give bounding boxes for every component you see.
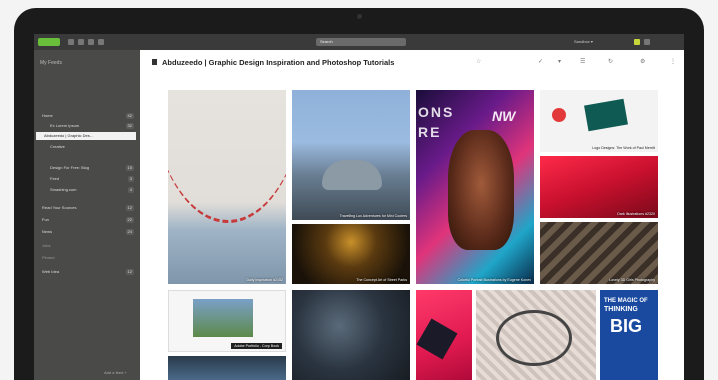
search-input[interactable]: Search: [316, 38, 406, 46]
article-tile[interactable]: THE MAGIC OF THINKING BIG: [600, 290, 658, 380]
sidebar-title: My Feeds: [40, 60, 62, 66]
article-tile[interactable]: Daily Inspiration #2152: [168, 90, 286, 284]
tile-caption: Lovely 3D Girls Photography: [609, 278, 655, 282]
sidebar-item[interactable]: Creative: [50, 143, 134, 151]
article-tile[interactable]: [416, 290, 472, 380]
top-bar: Search Sandbox ▾: [34, 34, 684, 50]
notification-icon[interactable]: [634, 39, 640, 45]
sidebar-item-label: Jobs: [42, 243, 51, 248]
sidebar-item[interactable]: Jobs: [42, 242, 134, 250]
gear-icon[interactable]: ⚙: [640, 58, 645, 65]
poster-text: RE: [418, 124, 442, 140]
poster-text: ONS: [418, 104, 455, 120]
sidebar-item-label: Feed: [50, 176, 60, 181]
item-count: 42: [125, 113, 134, 119]
thumbnail-image: [193, 299, 253, 337]
feed-header: Abduzeedo | Graphic Design Inspiration a…: [140, 50, 684, 74]
article-tile[interactable]: Adobe Portfolio - Corp Book: [168, 290, 286, 352]
sidebar-item[interactable]: Design For Free: Blog 15: [50, 164, 134, 172]
poster-text: THINKING: [604, 306, 638, 313]
main-content: Abduzeedo | Graphic Design Inspiration a…: [140, 50, 684, 380]
settings-icon[interactable]: [98, 39, 104, 45]
tile-caption: Daily Inspiration #2152: [246, 278, 283, 282]
business-card: [584, 98, 628, 132]
page-title: Abduzeedo | Graphic Design Inspiration a…: [162, 58, 395, 67]
app-screen: Search Sandbox ▾ My Feeds Home 42 Ex Lore…: [34, 34, 684, 380]
portrait-face: [448, 130, 514, 250]
view-icon[interactable]: ☰: [580, 58, 585, 65]
item-count: 12: [125, 269, 134, 275]
sidebar-item[interactable]: Fun 22: [42, 216, 134, 224]
device-shape: [416, 318, 458, 360]
sidebar-item[interactable]: Web Idea 12: [42, 268, 134, 276]
sidebar-item[interactable]: Feed 3: [50, 175, 134, 183]
sidebar-item-label: Design For Free: Blog: [50, 165, 90, 170]
sidebar-item-label: Pinned: [42, 255, 55, 260]
check-icon[interactable]: ✓: [538, 58, 543, 65]
sidebar-item-label: Home: [42, 113, 53, 118]
sidebar-item-label: Fun: [42, 217, 49, 222]
refresh-icon[interactable]: [78, 39, 84, 45]
sidebar-item[interactable]: Pinned: [42, 254, 134, 262]
poster-text: THE MAGIC OF: [604, 298, 648, 304]
sidebar-item-label: Web Idea: [42, 269, 60, 274]
tile-caption: Travelling Lux Adventures for Mini Coole…: [339, 214, 407, 218]
sidebar-item-label: News: [42, 229, 53, 234]
car-shape: [322, 160, 382, 190]
sidebar-item[interactable]: Smashing.com 4: [50, 186, 134, 194]
article-tile[interactable]: [292, 290, 410, 380]
item-count: 4: [127, 187, 134, 193]
wire-shape: [496, 310, 572, 366]
baseball-seam: [168, 90, 286, 223]
article-tile[interactable]: Travelling Lux Adventures for Mini Coole…: [292, 90, 410, 220]
sidebar-item-selected[interactable]: Abduzeedo | Graphic Des…: [36, 132, 136, 140]
laptop-frame: Search Sandbox ▾ My Feeds Home 42 Ex Lore…: [14, 8, 704, 380]
article-tile[interactable]: Dark Illustrations #2320: [540, 156, 658, 218]
tile-caption: Logo Designs: The Work of Paul Merritt: [592, 146, 655, 150]
item-count: 32: [125, 123, 134, 129]
sidebar-item[interactable]: News 24: [42, 228, 134, 236]
article-tile[interactable]: ONS RE NW Colorful Portrait Illustration…: [416, 90, 534, 284]
poster-text: BIG: [610, 316, 643, 336]
item-count: 15: [125, 165, 134, 171]
sidebar-item-label: Abduzeedo | Graphic Des…: [44, 133, 94, 138]
item-count: 12: [125, 205, 134, 211]
sidebar-item-label: Smashing.com: [50, 187, 77, 192]
back-icon[interactable]: [68, 39, 74, 45]
user-icon[interactable]: [644, 39, 650, 45]
more-icon[interactable]: ⋮: [670, 58, 676, 65]
tile-caption: Colorful Portrait Illustrations by Eugen…: [457, 278, 531, 282]
sidebar-item[interactable]: Read Your Sources 12: [42, 204, 134, 212]
refresh-icon[interactable]: ↻: [608, 58, 613, 65]
sidebar-item[interactable]: Home 42: [42, 112, 134, 120]
tile-caption: Adobe Portfolio - Corp Book: [231, 343, 282, 349]
article-tile[interactable]: Lovely 3D Girls Photography: [540, 222, 658, 284]
star-icon[interactable]: ☆: [476, 58, 481, 65]
chevron-down-icon[interactable]: ▾: [558, 58, 561, 65]
account-menu[interactable]: Sandbox ▾: [574, 39, 593, 44]
article-tile[interactable]: [476, 290, 596, 380]
camera: [357, 14, 362, 19]
sidebar-item-label: Ex Lorem Ipsum: [50, 123, 80, 128]
item-count: 22: [125, 217, 134, 223]
article-tile[interactable]: Logo Designs: The Work of Paul Merritt: [540, 90, 658, 152]
list-view-icon[interactable]: [88, 39, 94, 45]
poster-text: NW: [492, 108, 516, 124]
sidebar-item-label: Creative: [50, 144, 65, 149]
logo-mark: [552, 108, 566, 122]
sidebar-item-label: Read Your Sources: [42, 205, 77, 210]
app-logo[interactable]: [38, 38, 60, 46]
feed-icon: [152, 59, 157, 65]
article-tile[interactable]: [168, 356, 286, 380]
sidebar: My Feeds Home 42 Ex Lorem Ipsum 32 Abduzee…: [34, 50, 140, 380]
tile-caption: The Concept Art of Street Parks: [356, 278, 407, 282]
item-count: 24: [125, 229, 134, 235]
item-count: 3: [127, 176, 134, 182]
tile-caption: Dark Illustrations #2320: [617, 212, 655, 216]
sidebar-item[interactable]: Ex Lorem Ipsum 32: [50, 122, 134, 130]
article-tile[interactable]: The Concept Art of Street Parks: [292, 224, 410, 284]
add-feed-link[interactable]: Add a feed +: [104, 370, 127, 375]
